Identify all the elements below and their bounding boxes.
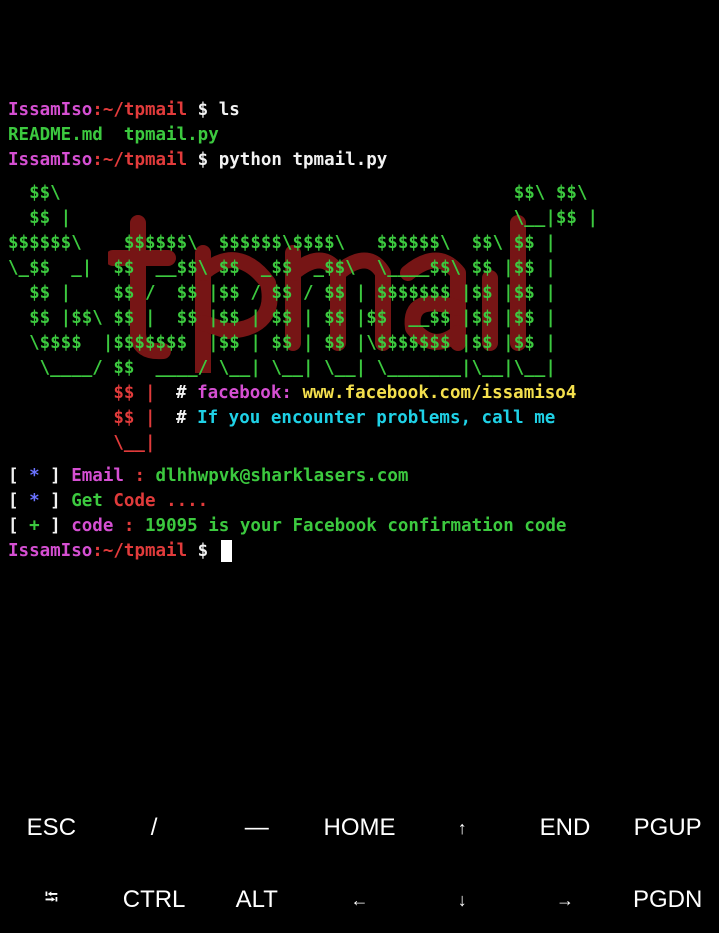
info-help-text: If you encounter problems, call me <box>197 408 556 428</box>
ascii-banner: $$\ $$\ $$\ $$ | \__|$$ | $$$$$$\ $$$$$$… <box>8 181 713 459</box>
prompt-user: IssamIso <box>8 100 93 120</box>
prompt-symbol: $ <box>187 150 219 170</box>
info-hash: # <box>176 383 198 403</box>
tab-key[interactable]: ⭾ <box>0 868 103 932</box>
prompt-symbol: $ <box>187 100 219 120</box>
esc-key[interactable]: ESC <box>0 796 103 860</box>
extra-keys-row-2: ⭾ CTRL ALT ← ↓ → PGDN <box>0 868 719 932</box>
status-value: dlhhwpvk@sharklasers.com <box>155 466 409 486</box>
ctrl-key[interactable]: CTRL <box>103 868 206 932</box>
banner-line: \__| <box>8 433 156 453</box>
bracket-open: [ <box>8 466 30 486</box>
home-key[interactable]: HOME <box>308 796 411 860</box>
slash-key[interactable]: / <box>103 796 206 860</box>
prompt-user: IssamIso <box>8 150 93 170</box>
bracket-open: [ <box>8 491 30 511</box>
pgdn-key[interactable]: PGDN <box>616 868 719 932</box>
prompt-line-1: IssamIso:~/tpmail $ ls <box>8 98 713 123</box>
ls-output-line: README.md tpmail.py <box>8 123 713 148</box>
command-text: python tpmail.py <box>218 150 388 170</box>
bracket-close: ] <box>39 466 72 486</box>
banner-line: $$ | \__|$$ | <box>8 208 599 228</box>
terminal-cursor[interactable] <box>220 540 232 562</box>
prompt-symbol: $ <box>187 541 219 561</box>
status-line-get-code: [ * ] Get Code .... <box>8 489 713 514</box>
banner-line: $$ | $$ / $$ |$$ / $$ / $$ | $$$$$$$ |$$… <box>8 283 556 303</box>
prompt-user: IssamIso <box>8 541 93 561</box>
status-line-code: [ + ] code : 19095 is your Facebook conf… <box>8 514 713 539</box>
end-key[interactable]: END <box>514 796 617 860</box>
ls-file-readme: README.md <box>8 125 103 145</box>
info-facebook-label: facebook: <box>197 383 292 403</box>
banner-line: \$$$$ |$$$$$$$ |$$ | $$ | $$ |\$$$$$$$ |… <box>8 333 556 353</box>
bracket-open: [ <box>8 516 30 536</box>
extra-keys-row-1: ESC / — HOME ↑ END PGUP <box>0 796 719 860</box>
pgup-key[interactable]: PGUP <box>616 796 719 860</box>
info-facebook-link: www.facebook.com/issamiso4 <box>291 383 577 403</box>
terminal-output[interactable]: IssamIso:~/tpmail $ ls README.md tpmail.… <box>8 98 713 618</box>
banner-line: $$ | <box>8 408 156 428</box>
status-mark: + <box>29 516 40 536</box>
prompt-line-current: IssamIso:~/tpmail $ <box>8 539 713 564</box>
status-sep: : <box>113 516 145 536</box>
banner-line: $$ |$$\ $$ | $$ |$$ | $$ | $$ |$$ __$$ |… <box>8 308 556 328</box>
banner-line: \____/ $$ ____/ \__| \__| \__| \_______|… <box>8 358 556 378</box>
banner-line: $$\ $$\ $$\ <box>8 183 588 203</box>
status-mark: * <box>29 491 40 511</box>
banner-line: \_$$ _| $$ __$$\ $$ _$$ _$$\ \____$$\ $$… <box>8 258 556 278</box>
bracket-close: ] <box>39 516 72 536</box>
banner-line: $$$$$$\ $$$$$$\ $$$$$$\$$$$\ $$$$$$\ $$\… <box>8 233 556 253</box>
status-sep: : <box>123 466 156 486</box>
ls-file-tpmail: tpmail.py <box>123 125 219 145</box>
extra-keys-bar: ESC / — HOME ↑ END PGUP ⭾ CTRL ALT ← ↓ →… <box>0 796 719 933</box>
status-label: Email <box>71 466 124 486</box>
arrow-up-key[interactable]: ↑ <box>411 796 514 860</box>
command-text: ls <box>218 100 240 120</box>
status-label: Get <box>71 491 103 511</box>
info-hash: # <box>176 408 198 428</box>
banner-info-facebook: # facebook: www.facebook.com/issamiso4 <box>176 381 576 406</box>
prompt-path: :~/tpmail <box>92 150 188 170</box>
status-sep <box>103 491 114 511</box>
dash-key[interactable]: — <box>205 796 308 860</box>
banner-line: $$ | <box>8 383 156 403</box>
status-value: 19095 is your Facebook confirmation code <box>145 516 567 536</box>
status-mark: * <box>29 466 40 486</box>
prompt-line-2: IssamIso:~/tpmail $ python tpmail.py <box>8 148 713 173</box>
banner-info-help: # If you encounter problems, call me <box>176 406 555 431</box>
status-label: code <box>71 516 114 536</box>
arrow-down-key[interactable]: ↓ <box>411 868 514 932</box>
prompt-path: :~/tpmail <box>92 100 188 120</box>
bracket-close: ] <box>39 491 72 511</box>
prompt-path: :~/tpmail <box>92 541 188 561</box>
arrow-right-key[interactable]: → <box>514 868 617 932</box>
status-value: Code .... <box>113 491 209 511</box>
status-line-email: [ * ] Email : dlhhwpvk@sharklasers.com <box>8 464 713 489</box>
arrow-left-key[interactable]: ← <box>308 868 411 932</box>
alt-key[interactable]: ALT <box>205 868 308 932</box>
